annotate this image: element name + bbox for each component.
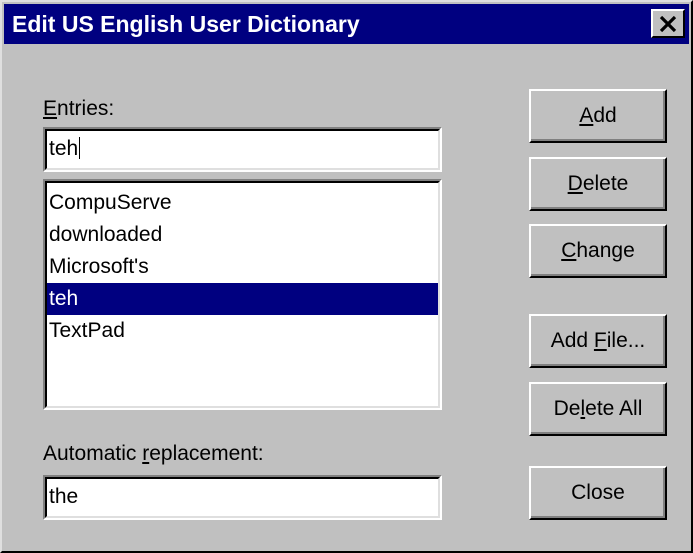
list-item[interactable]: CompuServe: [47, 187, 438, 219]
add-button[interactable]: Add: [529, 89, 667, 143]
add-file-button[interactable]: Add File...: [529, 314, 667, 368]
delete-all-button[interactable]: Delete All: [529, 382, 667, 436]
list-item[interactable]: Microsoft's: [47, 251, 438, 283]
replacement-input[interactable]: the: [43, 475, 442, 520]
entries-input-value: teh: [49, 137, 79, 160]
window-title: Edit US English User Dictionary: [12, 11, 360, 37]
entries-label-mnemonic: E: [43, 97, 58, 120]
change-button[interactable]: Change: [529, 224, 667, 278]
close-button[interactable]: [651, 9, 685, 38]
replacement-label-after: eplacement:: [149, 442, 264, 465]
entries-list[interactable]: CompuServe downloaded Microsoft's teh TextPa…: [43, 179, 442, 410]
entries-label-rest: ntries:: [57, 97, 115, 120]
replacement-input-value: the: [49, 485, 79, 508]
close-dialog-button[interactable]: Close: [529, 466, 667, 520]
dictionary-dialog: Edit US English User Dictionary Entries:…: [0, 0, 693, 553]
entries-list-items: CompuServe downloaded Microsoft's teh TextPa…: [47, 187, 438, 347]
delete-button[interactable]: Delete: [529, 157, 667, 211]
title-bar: Edit US English User Dictionary: [4, 4, 689, 44]
replacement-label-before: Automatic: [43, 442, 143, 465]
text-caret: [79, 137, 81, 159]
list-item[interactable]: TextPad: [47, 315, 438, 347]
close-icon: [659, 15, 677, 32]
list-item[interactable]: downloaded: [47, 219, 438, 251]
list-item[interactable]: teh: [47, 283, 438, 315]
replacement-label: Automatic replacement:: [43, 442, 264, 466]
entries-label: Entries:: [43, 97, 114, 121]
entries-input[interactable]: teh: [43, 127, 442, 172]
